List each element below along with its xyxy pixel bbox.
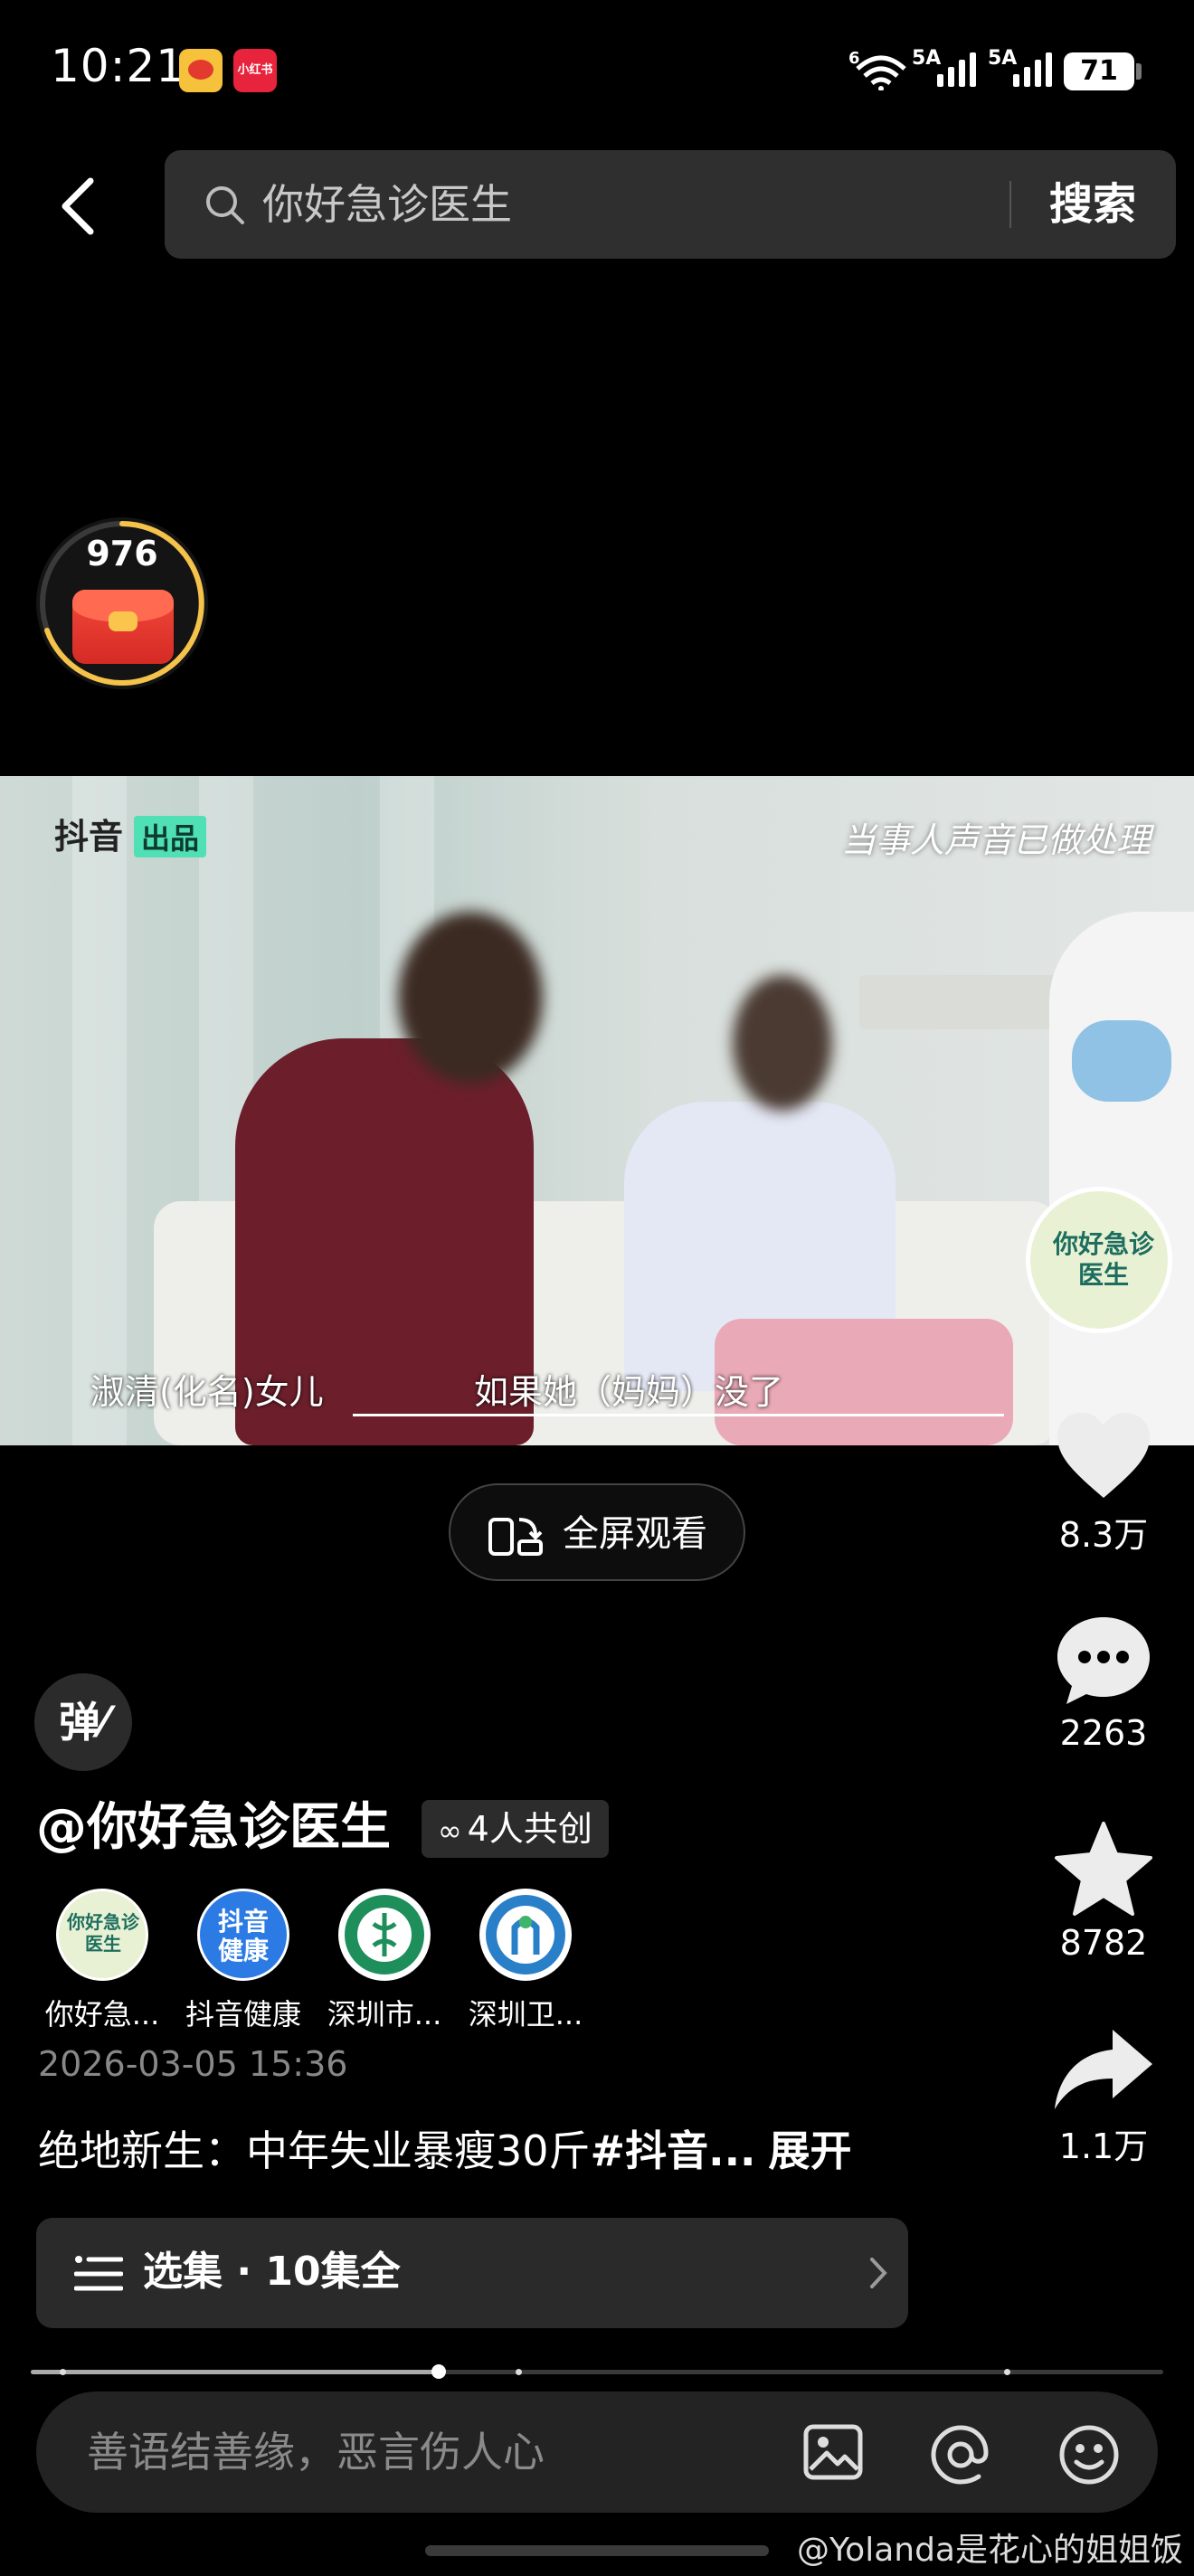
subtitle-underline <box>353 1414 1004 1416</box>
progress-chapter-marker <box>60 2369 66 2375</box>
episode-selector[interactable]: 选集 · 10集全 <box>36 2218 908 2328</box>
battery-level: 71 <box>1064 52 1134 90</box>
xiaohongshu-icon: 小红书 <box>233 49 277 92</box>
share-icon <box>1055 2030 1152 2109</box>
search-icon <box>206 186 244 224</box>
back-icon[interactable] <box>54 174 101 239</box>
co-create-badge[interactable]: ∞ 4人共创 <box>422 1800 609 1858</box>
red-packet-widget[interactable]: 976 <box>36 517 208 689</box>
red-packet-count: 976 <box>86 534 158 573</box>
wifi-label: 6 <box>848 49 860 68</box>
creator-name: 深圳市... <box>327 1997 442 2031</box>
wifi-icon: 6 <box>848 49 906 90</box>
hospital-seal-icon <box>345 1895 424 1975</box>
favorite-count: 8782 <box>1059 1923 1148 1963</box>
creator-name: 抖音健康 <box>185 1997 301 2031</box>
series-logo-text: 你好急诊医生 <box>1052 1229 1154 1290</box>
expand-link[interactable]: 展开 <box>769 2126 852 2175</box>
watermark-text: 抖音 <box>54 817 124 857</box>
list-icon <box>74 2256 123 2291</box>
comment-button[interactable]: 2263 <box>1031 1614 1176 1753</box>
creator-item[interactable]: 你好急诊医生 你好急... <box>34 1889 170 2033</box>
like-count: 8.3万 <box>1058 1515 1149 1555</box>
face-mask-shape <box>1072 1020 1171 1102</box>
favorite-button[interactable]: 8782 <box>1031 1822 1176 1963</box>
avatar: 你好急诊医生 <box>56 1889 148 1981</box>
source-watermark: @Yolanda是花心的姐姐饭 <box>796 2532 1183 2569</box>
chevron-right-icon <box>870 2258 887 2288</box>
creator-item[interactable]: 抖音健康 抖音健康 <box>175 1889 311 2033</box>
search-bar[interactable]: 你好急诊医生 搜索 <box>165 150 1176 259</box>
video-progress-bar[interactable] <box>31 2364 1163 2379</box>
avatar-text: 抖音健康 <box>217 1907 269 1965</box>
blurred-face <box>733 975 832 1111</box>
creator-name: 你好急... <box>44 1997 160 2031</box>
star-icon <box>1055 1822 1152 1916</box>
audio-notice: 当事人声音已做处理 <box>841 820 1151 860</box>
search-input[interactable]: 你好急诊医生 <box>262 177 512 232</box>
heart-icon <box>1057 1413 1150 1498</box>
avatar-text: 你好急诊医生 <box>67 1911 139 1955</box>
like-button[interactable]: 8.3万 <box>1031 1411 1176 1557</box>
emoji-icon[interactable] <box>1058 2424 1120 2486</box>
video-watermark: 抖音 出品 <box>54 809 207 858</box>
signal-icon <box>1013 51 1052 87</box>
avatar <box>338 1889 431 1981</box>
share-button[interactable]: 1.1万 <box>1031 2026 1176 2168</box>
subtitle-speaker: 淑清(化名)女儿 <box>90 1372 324 1412</box>
search-button[interactable]: 搜索 <box>1049 177 1136 232</box>
status-time: 10:21 <box>51 40 186 92</box>
avatar <box>479 1889 572 1981</box>
progress-handle[interactable] <box>431 2364 446 2379</box>
curtain-shape <box>72 776 127 1445</box>
fullscreen-label: 全屏观看 <box>563 1513 707 1555</box>
person-figure <box>1049 912 1194 1445</box>
signal-icon <box>937 51 976 87</box>
danmaku-label: 弹 <box>59 1698 101 1747</box>
co-create-label: 4人共创 <box>467 1809 592 1849</box>
creator-item[interactable]: 深圳卫... <box>458 1889 593 2033</box>
status-bar: 10:21 小红书 6 5A 5A 71 <box>0 0 1194 136</box>
co-create-icon: ∞ <box>438 1814 462 1848</box>
progress-fill <box>31 2370 439 2374</box>
watermark-tag: 出品 <box>134 816 207 857</box>
blurred-face <box>398 912 543 1084</box>
comment-count: 2263 <box>1059 1713 1148 1753</box>
battery-icon <box>1136 63 1142 80</box>
avatar: 抖音健康 <box>197 1889 289 1981</box>
post-date: 2026-03-05 15:36 <box>38 2044 348 2084</box>
danmaku-toggle[interactable]: 弹⁄ <box>34 1673 132 1771</box>
mention-icon[interactable] <box>930 2424 991 2486</box>
progress-chapter-marker <box>1004 2369 1010 2375</box>
comment-input[interactable]: 善语结善缘，恶言伤人心 <box>87 2424 545 2480</box>
share-count: 1.1万 <box>1058 2126 1149 2166</box>
author-name[interactable]: @你好急诊医生 <box>36 1795 391 1861</box>
video-player[interactable]: 抖音 出品 当事人声音已做处理 淑清(化名)女儿 如果她（妈妈）没了 <box>0 776 1194 1445</box>
home-indicator[interactable] <box>425 2545 769 2556</box>
post-title-text: 绝地新生：中年失业暴瘦30斤 <box>38 2126 591 2175</box>
image-icon[interactable] <box>803 2424 863 2480</box>
comment-icon <box>1057 1617 1150 1704</box>
health-bureau-seal-icon <box>486 1895 565 1975</box>
weibo-icon <box>179 49 223 92</box>
progress-chapter-marker <box>516 2369 522 2375</box>
creator-name: 深圳卫... <box>468 1997 583 2031</box>
episode-label: 选集 · 10集全 <box>143 2249 401 2295</box>
rotate-screen-icon <box>488 1518 543 1556</box>
subtitle-text: 如果她（妈妈）没了 <box>474 1372 784 1412</box>
hashtag-link[interactable]: #抖音... <box>591 2126 756 2175</box>
creator-item[interactable]: 深圳市... <box>317 1889 452 2033</box>
fullscreen-button[interactable]: 全屏观看 <box>449 1483 745 1581</box>
comment-bar[interactable]: 善语结善缘，恶言伤人心 <box>36 2391 1158 2513</box>
post-title[interactable]: 绝地新生：中年失业暴瘦30斤#抖音... 展开 <box>38 2124 852 2178</box>
red-envelope-icon <box>72 590 174 664</box>
series-avatar[interactable]: 你好急诊医生 <box>1026 1187 1172 1333</box>
search-divider <box>1009 181 1011 228</box>
